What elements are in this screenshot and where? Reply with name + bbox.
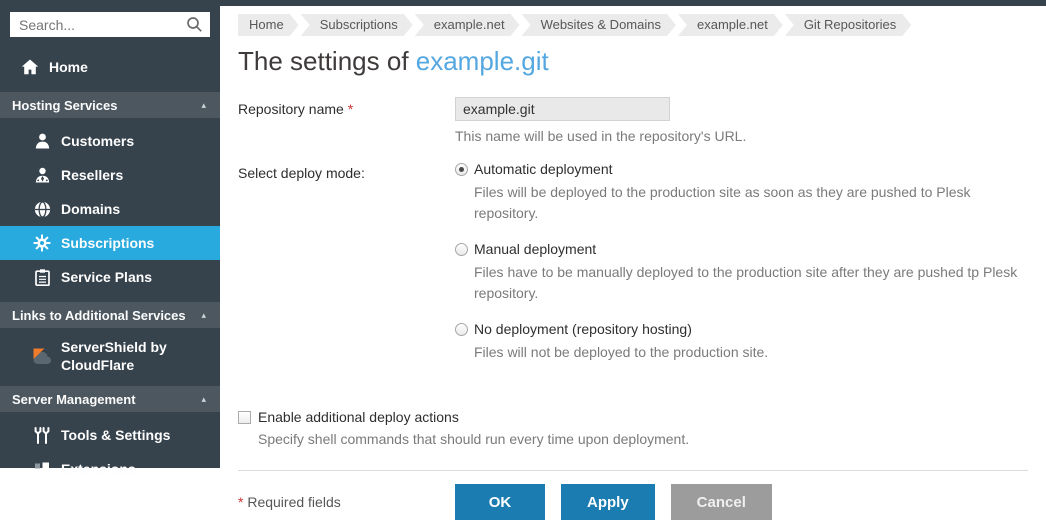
breadcrumb-item-git-repositories[interactable]: Git Repositories xyxy=(785,14,911,36)
breadcrumb-item-domain[interactable]: example.net xyxy=(678,14,783,36)
page-title: The settings of example.git xyxy=(238,46,1028,77)
sidebar-item-label: Subscriptions xyxy=(61,234,154,252)
sidebar-search xyxy=(10,12,210,37)
app-window: Home Hosting Services ▴ Customers Resell… xyxy=(0,0,1046,468)
sidebar-item-service-plans[interactable]: Service Plans xyxy=(0,260,220,294)
deploy-actions-section: Enable additional deploy actions Specify… xyxy=(238,409,1028,447)
deploy-mode-row: Select deploy mode: Automatic deployment… xyxy=(238,161,1028,380)
top-strip xyxy=(0,0,1046,6)
globe-icon xyxy=(32,200,52,218)
deploy-option-manual: Manual deployment Files have to be manua… xyxy=(455,241,1028,304)
sidebar-item-customers[interactable]: Customers xyxy=(0,124,220,158)
repository-name-hint: This name will be used in the repository… xyxy=(455,128,746,144)
radio-manual-deployment[interactable] xyxy=(455,243,468,256)
sidebar-item-domains[interactable]: Domains xyxy=(0,192,220,226)
tools-icon xyxy=(32,426,52,444)
required-asterisk: * xyxy=(348,101,353,117)
radio-description: Files will not be deployed to the produc… xyxy=(474,342,1028,363)
checkbox-description: Specify shell commands that should run e… xyxy=(258,431,1028,447)
breadcrumb-item-subscriptions[interactable]: Subscriptions xyxy=(301,14,413,36)
sidebar-item-servershield[interactable]: ServerShield by CloudFlare xyxy=(0,334,220,378)
main-content: Home Subscriptions example.net Websites … xyxy=(220,0,1046,468)
sidebar-item-label: Domains xyxy=(61,200,120,218)
required-fields-note: * Required fields xyxy=(238,494,455,510)
home-icon xyxy=(20,58,40,76)
cancel-button[interactable]: Cancel xyxy=(671,484,772,520)
radio-label[interactable]: No deployment (repository hosting) xyxy=(474,321,692,337)
sidebar-item-home[interactable]: Home xyxy=(0,50,220,84)
page-title-repo-name: example.git xyxy=(416,46,549,76)
radio-automatic-deployment[interactable] xyxy=(455,163,468,176)
deploy-mode-options: Automatic deployment Files will be deplo… xyxy=(455,161,1028,380)
sidebar-section-label: Hosting Services xyxy=(12,98,118,113)
apply-button[interactable]: Apply xyxy=(561,484,655,520)
sidebar-item-label: Customers xyxy=(61,132,134,150)
sidebar-item-label: Resellers xyxy=(61,166,123,184)
sidebar: Home Hosting Services ▴ Customers Resell… xyxy=(0,0,220,468)
repository-name-row: Repository name * This name will be used… xyxy=(238,97,1028,144)
collapse-arrow-icon: ▴ xyxy=(201,311,206,320)
deploy-option-none: No deployment (repository hosting) Files… xyxy=(455,321,1028,363)
footer-divider xyxy=(238,470,1028,471)
repository-name-label: Repository name * xyxy=(238,97,455,144)
action-buttons: OK Apply Cancel xyxy=(455,484,788,520)
sidebar-section-label: Server Management xyxy=(12,392,136,407)
sidebar-section-hosting-services[interactable]: Hosting Services ▴ xyxy=(0,92,220,118)
sidebar-item-label: Home xyxy=(49,58,88,76)
radio-label[interactable]: Automatic deployment xyxy=(474,161,613,177)
breadcrumb-item-home[interactable]: Home xyxy=(238,14,299,36)
servershield-icon xyxy=(32,347,52,365)
search-input[interactable] xyxy=(10,12,210,37)
sidebar-item-tools-settings[interactable]: Tools & Settings xyxy=(0,418,220,452)
sidebar-item-label: ServerShield by CloudFlare xyxy=(61,338,179,374)
radio-label[interactable]: Manual deployment xyxy=(474,241,596,257)
radio-description: Files have to be manually deployed to th… xyxy=(474,262,1028,304)
collapse-arrow-icon: ▴ xyxy=(201,395,206,404)
sidebar-item-extensions[interactable]: Extensions xyxy=(0,452,220,486)
sidebar-section-links-additional-services[interactable]: Links to Additional Services ▴ xyxy=(0,302,220,328)
gear-icon xyxy=(32,234,52,252)
breadcrumb-item-subscription-domain[interactable]: example.net xyxy=(415,14,520,36)
sidebar-item-label: Extensions xyxy=(61,460,136,478)
sidebar-section-server-management[interactable]: Server Management ▴ xyxy=(0,386,220,412)
repository-name-input[interactable] xyxy=(455,97,670,121)
clipboard-icon xyxy=(32,268,52,286)
sidebar-section-label: Links to Additional Services xyxy=(12,308,186,323)
deploy-option-automatic: Automatic deployment Files will be deplo… xyxy=(455,161,1028,224)
enable-deploy-actions-checkbox[interactable] xyxy=(238,411,251,424)
customer-icon xyxy=(32,132,52,150)
breadcrumb-item-websites-domains[interactable]: Websites & Domains xyxy=(522,14,676,36)
sidebar-item-subscriptions[interactable]: Subscriptions xyxy=(0,226,220,260)
repository-name-field-wrap: This name will be used in the repository… xyxy=(455,97,746,144)
radio-no-deployment[interactable] xyxy=(455,323,468,336)
page-title-prefix: The settings of xyxy=(238,46,416,76)
sidebar-item-label: Service Plans xyxy=(61,268,152,286)
checkbox-label[interactable]: Enable additional deploy actions xyxy=(258,409,459,425)
ok-button[interactable]: OK xyxy=(455,484,545,520)
radio-description: Files will be deployed to the production… xyxy=(474,182,1028,224)
extensions-icon xyxy=(32,460,52,478)
sidebar-item-label: Tools & Settings xyxy=(61,426,170,444)
search-icon[interactable] xyxy=(186,16,203,38)
form-footer: * Required fields OK Apply Cancel xyxy=(238,484,1028,520)
sidebar-item-resellers[interactable]: Resellers xyxy=(0,158,220,192)
reseller-icon xyxy=(32,166,52,184)
breadcrumb: Home Subscriptions example.net Websites … xyxy=(238,14,1028,36)
collapse-arrow-icon: ▴ xyxy=(201,101,206,110)
deploy-mode-label: Select deploy mode: xyxy=(238,161,455,380)
